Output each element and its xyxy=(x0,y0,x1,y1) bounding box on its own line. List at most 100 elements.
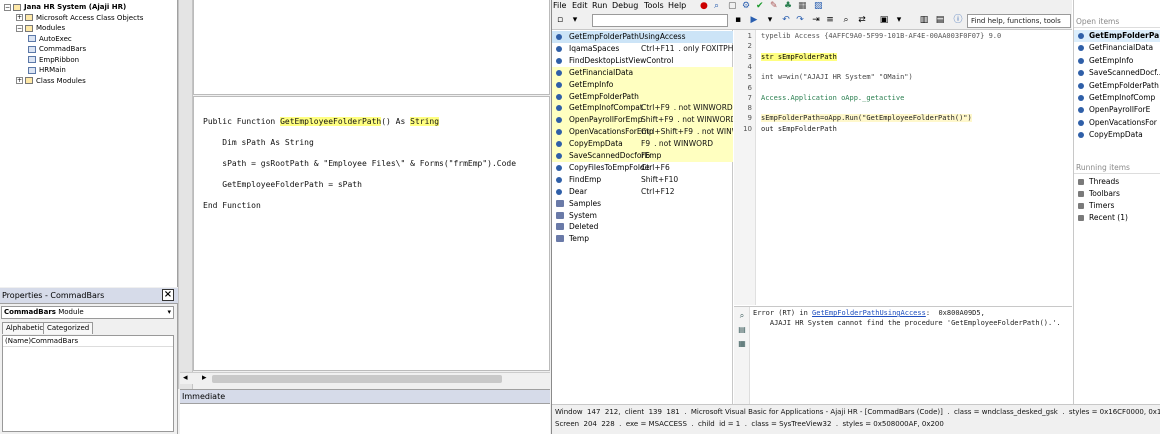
function-shortcut: Ctrl+F6 xyxy=(641,162,674,174)
clear-icon[interactable]: ▤ xyxy=(737,325,747,335)
function-search-input[interactable] xyxy=(592,14,728,27)
project-tree-item[interactable]: AutoExec xyxy=(28,34,72,44)
grid-icon[interactable]: ▦ xyxy=(798,0,807,12)
output-pane[interactable]: ⌕ ▤ ▦ Error (RT) in GetEmpFolderPathUsin… xyxy=(734,306,1090,405)
zoom-icon[interactable]: ⌕ xyxy=(714,0,719,12)
open-item[interactable]: GetEmpFolderPa... xyxy=(1074,30,1160,42)
immediate-window[interactable] xyxy=(180,403,550,434)
stop-icon[interactable]: ▢ xyxy=(728,0,737,12)
function-list-item[interactable]: System xyxy=(552,210,733,222)
menu-tools[interactable]: Tools xyxy=(644,0,664,12)
menu-debug[interactable]: Debug xyxy=(612,0,638,12)
function-list-item[interactable]: OpenPayrollForEmp Shift+F9. not WINWORD xyxy=(552,114,733,127)
window-icon[interactable]: ▤ xyxy=(934,14,946,26)
function-icon xyxy=(556,81,562,88)
open-item[interactable]: GetEmpInofComp xyxy=(1074,92,1160,104)
properties-object-select[interactable]: CommadBars Module ▾ xyxy=(1,306,174,319)
error-function-link[interactable]: GetEmpFolderPathUsingAccess xyxy=(812,309,926,317)
new-file-icon[interactable]: ▫ xyxy=(554,14,566,26)
function-list-item[interactable]: Samples xyxy=(552,198,733,210)
close-icon[interactable]: × xyxy=(162,289,174,301)
window-splitter[interactable] xyxy=(178,0,193,389)
run-icon[interactable]: ▶ xyxy=(748,14,760,26)
check-icon[interactable]: ✔ xyxy=(756,0,764,12)
output-line: Error (RT) in GetEmpFolderPathUsingAcces… xyxy=(753,309,985,317)
expand-icon[interactable]: − xyxy=(16,24,23,32)
save-icon[interactable]: ▪ xyxy=(732,14,744,26)
tree-icon[interactable]: ♣ xyxy=(784,0,792,12)
chevron-down-icon[interactable]: ▾ xyxy=(764,14,776,26)
project-tree-item[interactable]: + Microsoft Access Class Objects xyxy=(16,13,143,23)
code-horizontal-scrollbar[interactable]: ◂ ▸ xyxy=(180,372,550,384)
project-tree-item[interactable]: + Class Modules xyxy=(16,76,86,86)
function-list-item[interactable]: FindEmp Shift+F10 xyxy=(552,174,733,186)
open-item[interactable]: GetEmpInfo xyxy=(1074,55,1160,67)
record-icon[interactable]: ● xyxy=(700,0,708,12)
property-value[interactable]: CommadBars xyxy=(31,336,78,347)
copy-icon[interactable]: ▦ xyxy=(737,339,747,349)
chevron-down-icon[interactable]: ▾ xyxy=(569,14,581,26)
menu-edit[interactable]: Edit xyxy=(572,0,588,12)
function-list-item[interactable]: GetEmpFolderPathUsingAccess xyxy=(552,31,733,43)
tab-categorized[interactable]: Categorized xyxy=(43,322,94,334)
function-list-item[interactable]: SaveScannedDocforEmp F6 xyxy=(552,150,733,162)
project-tree-item[interactable]: − Modules xyxy=(16,23,65,33)
project-tree-item[interactable]: − Jana HR System (Ajaji HR) xyxy=(4,2,126,12)
scroll-right-icon[interactable]: ▸ xyxy=(202,373,207,383)
function-list-item[interactable]: IqamaSpaces Ctrl+F11. only FOXITPHANTOM xyxy=(552,43,733,55)
menu-file[interactable]: File xyxy=(553,0,566,12)
find-icon[interactable]: ⌕ xyxy=(840,14,852,26)
help-search-input[interactable]: Find help, functions, tools xyxy=(967,14,1071,28)
comment-icon[interactable]: ≡ xyxy=(824,14,836,26)
running-item[interactable]: Timers xyxy=(1074,200,1160,212)
replace-icon[interactable]: ⇄ xyxy=(856,14,868,26)
redo-icon[interactable]: ↷ xyxy=(794,14,806,26)
settings-icon[interactable]: ⚙ xyxy=(742,0,750,12)
open-item[interactable]: GetEmpFolderPath xyxy=(1074,80,1160,92)
project-tree-item[interactable]: EmpRibbon xyxy=(28,55,79,65)
code-window[interactable]: Public Function GetEmployeeFolderPath() … xyxy=(193,96,550,371)
function-list-item[interactable]: GetEmpFolderPath xyxy=(552,90,733,103)
help-icon[interactable]: ⓘ xyxy=(952,14,964,26)
expand-icon[interactable]: + xyxy=(16,77,23,84)
trash-icon[interactable]: ✎ xyxy=(770,0,778,12)
menu-help[interactable]: Help xyxy=(668,0,686,12)
indent-icon[interactable]: ⇥ xyxy=(810,14,822,26)
open-item[interactable]: OpenVacationsFor xyxy=(1074,117,1160,129)
running-item[interactable]: Toolbars xyxy=(1074,188,1160,200)
scrollbar-thumb[interactable] xyxy=(212,375,502,383)
chevron-down-icon[interactable]: ▾ xyxy=(893,14,905,26)
tab-alphabetic[interactable]: Alphabetic xyxy=(2,322,48,334)
open-item[interactable]: OpenPayrollForE xyxy=(1074,104,1160,116)
function-list-item[interactable]: OpenVacationsForEmp Ctrl+Shift+F9. not WI… xyxy=(552,126,733,139)
image-icon[interactable]: ▨ xyxy=(814,0,823,12)
project-tree-item[interactable]: CommadBars xyxy=(28,44,86,54)
function-list-item[interactable]: GetEmpInofCompat Ctrl+F9. not WINWORD xyxy=(552,102,733,115)
undo-icon[interactable]: ↶ xyxy=(780,14,792,26)
layout-icon[interactable]: ▥ xyxy=(918,14,930,26)
function-list-item[interactable]: GetEmpInfo xyxy=(552,78,733,91)
dialog-icon[interactable]: ▣ xyxy=(878,14,890,26)
folder-icon xyxy=(556,211,564,219)
function-list-item[interactable]: Deleted xyxy=(552,221,733,233)
project-tree-item[interactable]: HRMain xyxy=(28,65,66,75)
editor-line: typelib Access {4AFFC9A0-5F99-101B-AF4E-… xyxy=(761,32,1002,40)
scroll-left-icon[interactable]: ◂ xyxy=(183,373,188,383)
function-list-item[interactable]: Dear Ctrl+F12 xyxy=(552,186,733,198)
property-row[interactable]: (Name) CommadBars xyxy=(3,336,173,347)
expand-icon[interactable]: − xyxy=(4,3,11,11)
function-list-item[interactable]: Temp xyxy=(552,233,733,245)
menu-run[interactable]: Run xyxy=(592,0,607,12)
running-item[interactable]: Recent (1) xyxy=(1074,212,1160,224)
expand-icon[interactable]: + xyxy=(16,14,23,21)
open-item[interactable]: CopyEmpData xyxy=(1074,129,1160,141)
open-item[interactable]: SaveScannedDocf... xyxy=(1074,67,1160,79)
running-item[interactable]: Threads xyxy=(1074,176,1160,188)
function-list-item[interactable]: CopyFilesToEmpFolder Ctrl+F6 xyxy=(552,162,733,174)
search-icon[interactable]: ⌕ xyxy=(737,311,747,321)
code-editor[interactable]: 1 2 3 4 5 6 7 8 9 10 typelib Access {4AFFC9A0-5F9… xyxy=(734,30,1072,305)
open-item[interactable]: GetFinancialData xyxy=(1074,42,1160,54)
function-list-item[interactable]: GetFinancialData xyxy=(552,66,733,79)
function-list-item[interactable]: FindDesktopListViewControl xyxy=(552,55,733,67)
function-list-item[interactable]: CopyEmpData F9. not WINWORD xyxy=(552,138,733,151)
